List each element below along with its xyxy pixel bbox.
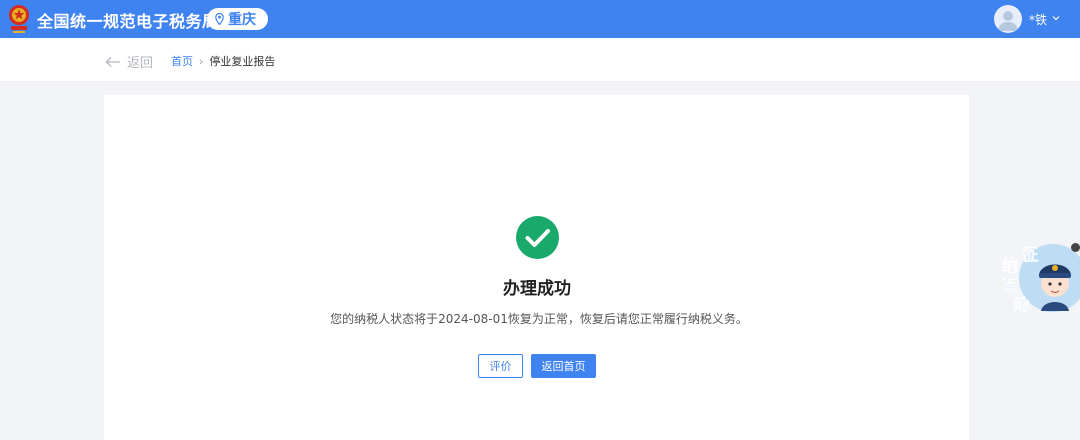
- result-title: 办理成功: [503, 279, 571, 299]
- location-pin-icon: [215, 13, 224, 25]
- breadcrumb-separator: ›: [199, 54, 204, 68]
- sub-navigation: 返回 首页 › 停业复业报告: [0, 38, 1080, 82]
- national-emblem-icon: [9, 5, 29, 33]
- widget-close-icon[interactable]: [1071, 243, 1080, 252]
- top-header: 全国统一规范电子税务局 重庆 *铁: [0, 0, 1080, 38]
- user-name[interactable]: *铁: [1029, 11, 1047, 28]
- check-circle-icon: [516, 216, 559, 259]
- result-card: [104, 95, 969, 440]
- back-button[interactable]: 返回: [105, 52, 153, 71]
- region-selector[interactable]: 重庆: [207, 8, 268, 30]
- return-home-button[interactable]: 返回首页: [531, 354, 596, 378]
- rate-button[interactable]: 评价: [478, 354, 523, 378]
- app-title: 全国统一规范电子税务局: [37, 12, 219, 31]
- chevron-down-icon[interactable]: [1051, 13, 1061, 23]
- breadcrumb-current: 停业复业报告: [209, 55, 276, 68]
- user-avatar-icon[interactable]: [994, 5, 1022, 33]
- result-message: 您的纳税人状态将于2024-08-01恢复为正常，恢复后请您正常履行纳税义务。: [330, 312, 748, 326]
- breadcrumb: 首页 › 停业复业报告: [171, 53, 275, 69]
- region-label: 重庆: [228, 12, 256, 28]
- breadcrumb-home-link[interactable]: 首页: [171, 53, 193, 69]
- arrow-left-icon: [105, 56, 120, 67]
- interaction-assistant-widget[interactable]: 征 纳 互 动: [1001, 241, 1080, 315]
- widget-char-4: 动: [1013, 295, 1030, 315]
- widget-char-1: 征: [1022, 245, 1039, 265]
- back-label: 返回: [127, 56, 154, 71]
